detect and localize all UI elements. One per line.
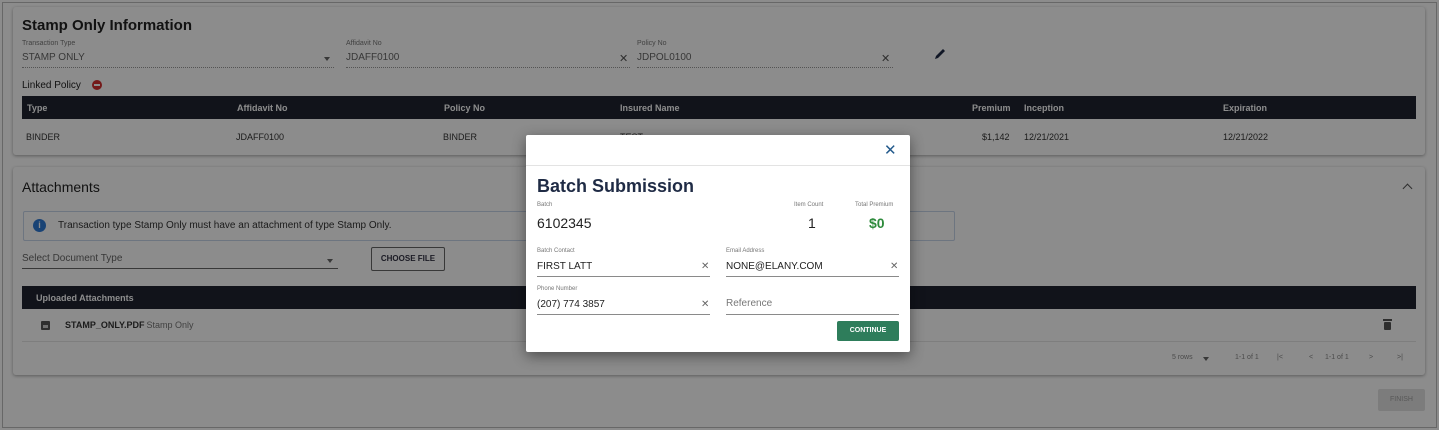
contact-underline bbox=[537, 276, 710, 277]
clear-email-icon[interactable]: ✕ bbox=[890, 261, 898, 272]
clear-contact-icon[interactable]: ✕ bbox=[701, 261, 709, 272]
continue-button[interactable]: CONTINUE bbox=[837, 321, 899, 341]
modal-divider bbox=[526, 165, 910, 166]
reference-input[interactable]: Reference bbox=[726, 298, 772, 309]
phone-underline bbox=[537, 314, 710, 315]
item-count-label: Item Count bbox=[794, 202, 824, 208]
clear-phone-icon[interactable]: ✕ bbox=[701, 299, 709, 310]
item-count-value: 1 bbox=[808, 215, 816, 231]
batch-value: 6102345 bbox=[537, 215, 592, 231]
batch-submission-dialog: ✕ Batch Submission Batch 6102345 Item Co… bbox=[526, 135, 910, 352]
total-premium-value: $0 bbox=[869, 215, 885, 231]
batch-label: Batch bbox=[537, 202, 553, 208]
batch-contact-label: Batch Contact bbox=[537, 248, 575, 254]
reference-underline bbox=[726, 314, 899, 315]
email-label: Email Address bbox=[726, 248, 765, 254]
email-input[interactable]: NONE@ELANY.COM bbox=[726, 261, 823, 272]
batch-contact-input[interactable]: FIRST LATT bbox=[537, 261, 592, 272]
phone-label: Phone Number bbox=[537, 286, 578, 292]
modal-title: Batch Submission bbox=[537, 176, 695, 196]
close-icon[interactable]: ✕ bbox=[884, 141, 897, 159]
phone-input[interactable]: (207) 774 3857 bbox=[537, 299, 605, 310]
total-premium-label: Total Premium bbox=[855, 202, 894, 208]
email-underline bbox=[726, 276, 899, 277]
